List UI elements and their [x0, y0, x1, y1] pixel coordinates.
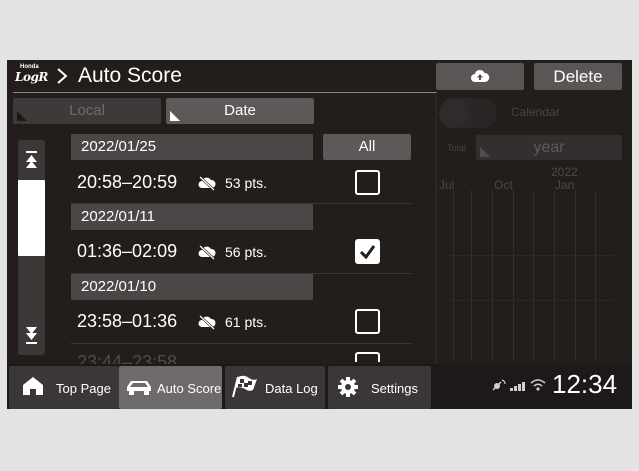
taskbar-label: Top Page — [56, 381, 111, 396]
session-points: 53 pts. — [225, 175, 268, 191]
gear-icon — [338, 377, 358, 397]
session-points: 56 pts. — [225, 244, 268, 260]
taskbar-settings[interactable]: Settings — [328, 366, 431, 409]
calendar-label: Calendar — [511, 105, 560, 119]
scroll-up-icon[interactable] — [18, 146, 45, 176]
date-header: 2022/01/25 — [71, 134, 313, 160]
tab-date-label: Date — [224, 102, 256, 119]
tab-local-label: Local — [69, 102, 105, 119]
app-screen: Honda LogR Auto Score Delete Local Date — [7, 60, 632, 409]
tab-corner-icon — [170, 111, 180, 121]
tab-local[interactable]: Local — [13, 98, 161, 124]
gps-icon — [492, 379, 506, 391]
grid-line — [533, 190, 534, 360]
calendar-toggle[interactable] — [439, 98, 497, 128]
no-cloud-icon — [198, 245, 216, 260]
scroll-down-icon[interactable] — [18, 319, 45, 349]
date-header: 2022/01/11 — [71, 204, 313, 230]
cloud-upload-icon — [471, 69, 490, 82]
chevron-right-icon — [57, 68, 68, 84]
session-time[interactable]: 23:58–01:36 — [77, 311, 177, 332]
home-icon — [23, 377, 43, 395]
wifi-icon — [530, 379, 546, 391]
list-scrollbar[interactable] — [18, 140, 45, 355]
clock: 12:34 — [552, 369, 618, 399]
panel-divider — [435, 94, 437, 364]
session-checkbox[interactable] — [355, 170, 380, 195]
phone-signal-icon — [510, 382, 525, 391]
logr-logo: Honda LogR — [15, 64, 53, 86]
score-chart — [445, 190, 615, 360]
taskbar-label: Auto Score — [157, 381, 222, 396]
session-checkbox-checked[interactable] — [355, 239, 380, 264]
taskbar-auto-score[interactable]: Auto Score — [119, 366, 222, 409]
logo-text: LogR — [15, 70, 48, 84]
grid-line — [492, 190, 493, 360]
toggle-knob — [439, 98, 469, 128]
page-title: Auto Score — [78, 64, 182, 87]
delete-button[interactable]: Delete — [534, 63, 622, 90]
checkered-flag-icon — [232, 375, 257, 398]
session-checkbox[interactable] — [355, 309, 380, 334]
session-checkbox-partial[interactable] — [355, 352, 380, 362]
period-select[interactable]: year — [476, 135, 622, 160]
period-label: year — [533, 139, 565, 156]
taskbar-top-page[interactable]: Top Page — [9, 366, 119, 409]
scrollbar-thumb[interactable] — [18, 180, 45, 256]
car-icon — [127, 381, 151, 395]
taskbar-label: Data Log — [265, 381, 318, 396]
no-cloud-icon — [198, 176, 216, 191]
select-all-button[interactable]: All — [323, 134, 411, 160]
cloud-upload-button[interactable] — [436, 63, 524, 90]
session-points: 61 pts. — [225, 314, 268, 330]
no-cloud-icon — [198, 315, 216, 330]
total-label: Total — [447, 143, 467, 153]
tab-date[interactable]: Date — [166, 98, 314, 124]
date-header: 2022/01/10 — [71, 274, 313, 300]
grid-line — [575, 190, 576, 360]
tab-corner-icon — [17, 111, 27, 121]
title-divider — [13, 92, 437, 93]
chart-year: 2022 — [551, 165, 578, 179]
grid-line — [554, 190, 555, 360]
row-divider — [71, 343, 411, 344]
taskbar-label: Settings — [371, 381, 418, 396]
session-time[interactable]: 01:36–02:09 — [77, 241, 177, 262]
taskbar-data-log[interactable]: Data Log — [225, 366, 325, 409]
grid-line — [595, 190, 596, 360]
grid-line — [445, 255, 615, 256]
grid-line — [471, 190, 472, 360]
checkmark-icon — [359, 245, 376, 260]
grid-line — [513, 190, 514, 360]
taskbar: Top Page Auto Score Data Log Settings — [7, 364, 632, 409]
grid-line — [453, 190, 454, 360]
select-corner-icon — [480, 147, 490, 157]
grid-line — [445, 300, 615, 301]
session-time[interactable]: 20:58–20:59 — [77, 172, 177, 193]
